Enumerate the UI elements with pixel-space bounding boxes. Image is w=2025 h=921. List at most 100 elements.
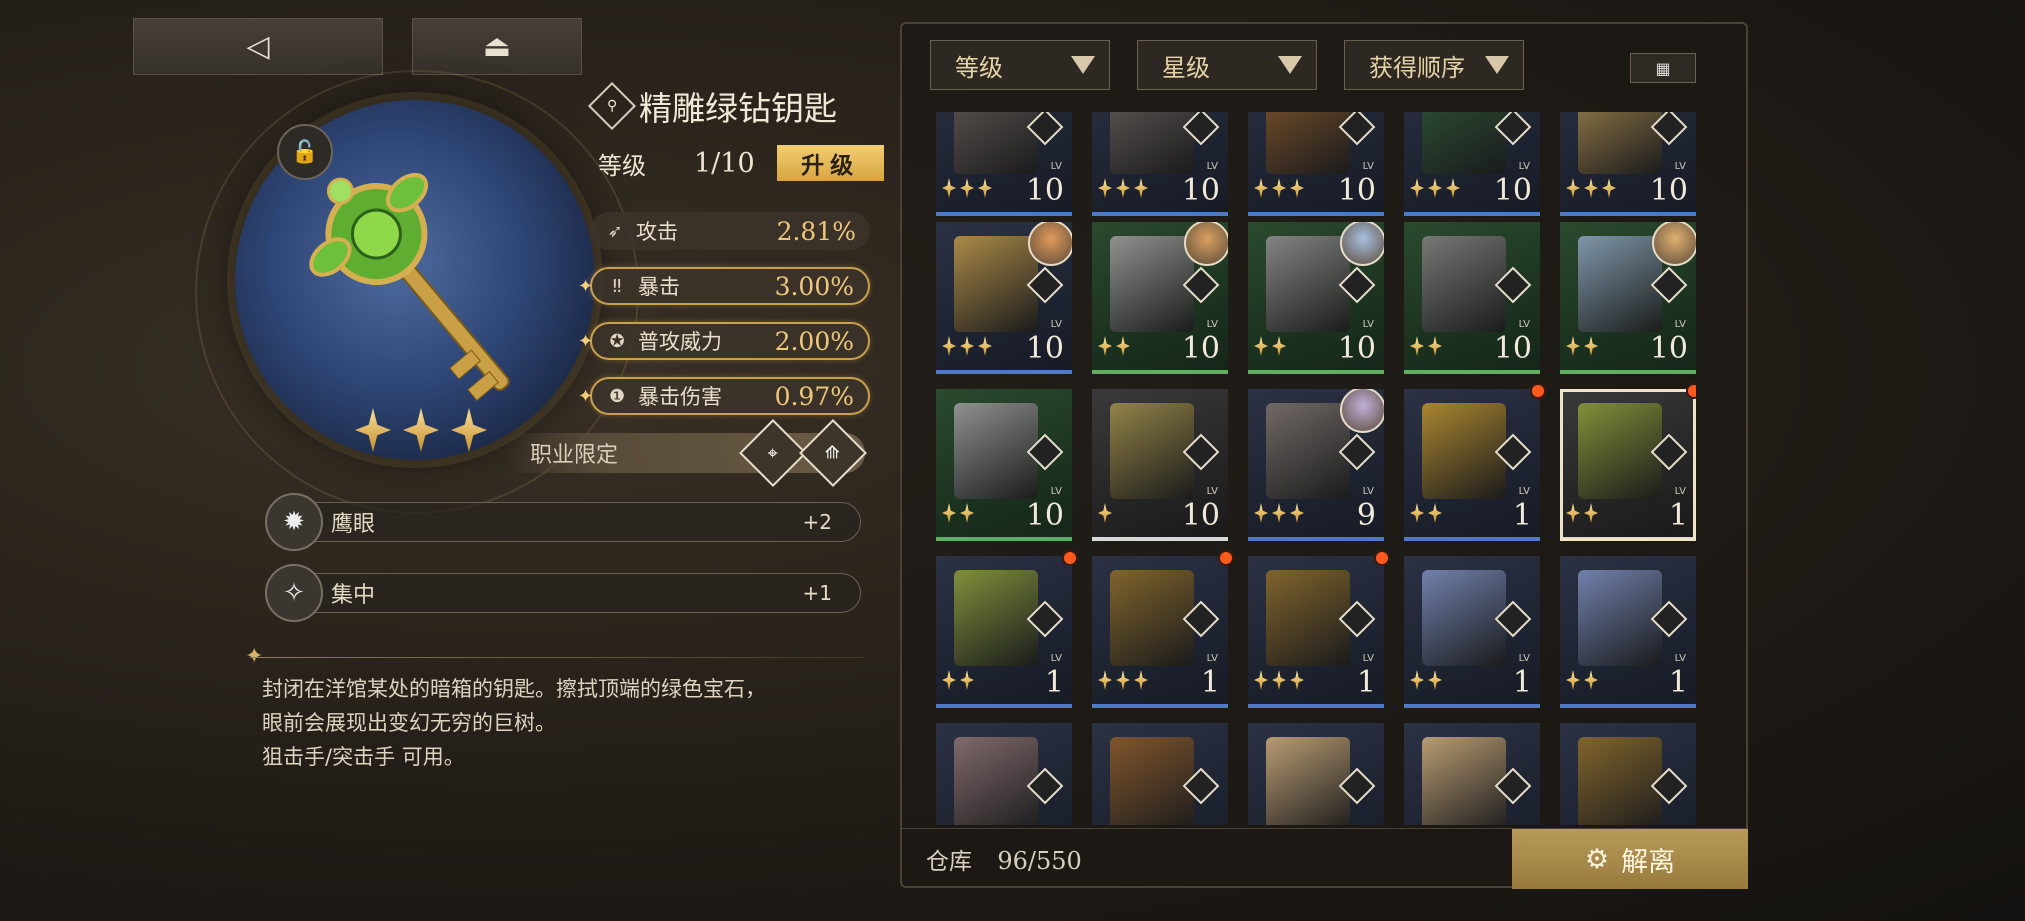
character-avatar bbox=[1652, 222, 1696, 266]
inventory-item[interactable]: LV 1 bbox=[1092, 556, 1228, 708]
lv-tag: LV bbox=[1050, 319, 1062, 330]
skill-row[interactable]: ✹ 鹰眼 +2 bbox=[265, 493, 861, 551]
inventory-item[interactable]: LV 10 bbox=[1092, 389, 1228, 541]
character-avatar bbox=[1340, 222, 1384, 266]
home-button[interactable]: ⏏ bbox=[412, 18, 582, 75]
focus-skill-icon: ✧ bbox=[265, 564, 323, 622]
inventory-item[interactable]: LV 1 bbox=[1404, 389, 1540, 541]
filter-level-dropdown[interactable]: 等级 bbox=[930, 40, 1110, 90]
item-art bbox=[1110, 403, 1194, 499]
item-art bbox=[1578, 737, 1662, 825]
inventory-item[interactable] bbox=[1404, 723, 1540, 825]
dropdown-arrow-icon bbox=[1278, 56, 1302, 74]
star-icon bbox=[978, 178, 992, 198]
item-stars bbox=[1566, 670, 1598, 690]
inventory-item[interactable]: LV 1 bbox=[1404, 556, 1540, 708]
rarity-star-icon bbox=[403, 408, 439, 452]
item-level: 10 bbox=[1181, 331, 1220, 366]
filter-star-dropdown[interactable]: 星级 bbox=[1137, 40, 1317, 90]
grid-icon: ▦ bbox=[1655, 58, 1671, 78]
storage-info: 仓库 96/550 bbox=[926, 842, 1082, 876]
lv-tag: LV bbox=[1206, 161, 1218, 172]
item-art bbox=[1266, 570, 1350, 666]
dismantle-label: 解离 bbox=[1621, 846, 1676, 878]
inventory-item[interactable]: LV 10 bbox=[1560, 112, 1696, 216]
inventory-item[interactable]: LV 10 bbox=[1092, 222, 1228, 374]
star-icon bbox=[1134, 178, 1148, 198]
star-icon bbox=[1428, 503, 1442, 523]
inventory-item[interactable]: LV 10 bbox=[936, 112, 1072, 216]
item-stars bbox=[1410, 178, 1460, 198]
new-indicator-dot bbox=[1530, 383, 1546, 399]
item-stars bbox=[1566, 336, 1598, 356]
item-art bbox=[1110, 570, 1194, 666]
star-icon bbox=[1290, 503, 1304, 523]
star-icon bbox=[1290, 178, 1304, 198]
dismantle-icon: ⚙ bbox=[1584, 843, 1610, 875]
assault-class-icon[interactable]: ⟰ bbox=[799, 419, 867, 487]
lv-tag: LV bbox=[1050, 653, 1062, 664]
item-art bbox=[954, 403, 1038, 499]
star-icon bbox=[1584, 670, 1598, 690]
dismantle-button[interactable]: ⚙ 解离 bbox=[1512, 829, 1748, 889]
inventory-item[interactable]: LV 10 bbox=[1404, 222, 1540, 374]
star-icon bbox=[1254, 336, 1268, 356]
item-stars bbox=[1098, 503, 1112, 523]
item-stars bbox=[1410, 503, 1442, 523]
skill-row[interactable]: ✧ 集中 +1 bbox=[265, 564, 861, 622]
star-icon bbox=[1428, 670, 1442, 690]
inventory-item[interactable]: LV 10 bbox=[936, 222, 1072, 374]
inventory-item[interactable] bbox=[1092, 723, 1228, 825]
star-icon bbox=[978, 336, 992, 356]
inventory-item[interactable] bbox=[936, 723, 1072, 825]
inventory-item[interactable]: LV 10 bbox=[1092, 112, 1228, 216]
inventory-item[interactable]: LV 10 bbox=[1248, 112, 1384, 216]
character-avatar bbox=[1028, 222, 1072, 266]
inventory-item[interactable]: LV 1 bbox=[1560, 556, 1696, 708]
item-level: 1 bbox=[1512, 498, 1532, 533]
inventory-grid: LV 10 LV 10 LV 10 LV 10 LV 10 LV 10 LV 10 LV 10 LV 10 LV 10… bbox=[936, 112, 1696, 825]
item-art bbox=[1578, 112, 1662, 174]
item-stars bbox=[1098, 178, 1148, 198]
inventory-item[interactable]: LV 9 bbox=[1248, 389, 1384, 541]
star-icon bbox=[960, 670, 974, 690]
inventory-item[interactable]: LV 1 bbox=[1560, 389, 1696, 541]
inventory-item[interactable]: LV 1 bbox=[1248, 556, 1384, 708]
item-stars bbox=[1254, 336, 1286, 356]
inventory-item[interactable]: LV 1 bbox=[936, 556, 1072, 708]
inventory-item[interactable] bbox=[1560, 723, 1696, 825]
item-name: 精雕绿钻钥匙 bbox=[639, 89, 837, 128]
sniper-class-icon[interactable]: ⌖ bbox=[739, 419, 807, 487]
inventory-item[interactable]: LV 10 bbox=[1248, 222, 1384, 374]
filter-order-dropdown[interactable]: 获得顺序 bbox=[1344, 40, 1524, 90]
star-icon bbox=[1290, 670, 1304, 690]
stat-label: 暴击 bbox=[638, 275, 680, 299]
item-art bbox=[1578, 403, 1662, 499]
stat-value: 2.81% bbox=[776, 216, 856, 246]
filter-label: 获得顺序 bbox=[1369, 53, 1465, 82]
stat-value: 0.97% bbox=[774, 381, 854, 411]
normal-attack-icon: ✪ bbox=[609, 330, 625, 352]
item-level: 10 bbox=[1025, 331, 1064, 366]
lock-button[interactable]: 🔓 bbox=[277, 124, 333, 180]
item-level: 10 bbox=[1181, 173, 1220, 208]
star-icon bbox=[1098, 178, 1112, 198]
star-icon bbox=[1116, 670, 1130, 690]
inventory-item[interactable]: LV 10 bbox=[1560, 222, 1696, 374]
item-art bbox=[1422, 570, 1506, 666]
unlock-icon: 🔓 bbox=[291, 139, 319, 165]
character-avatar bbox=[1340, 389, 1384, 433]
item-title: ⚲ 精雕绿钻钥匙 bbox=[587, 81, 837, 131]
item-art bbox=[1422, 737, 1506, 825]
inventory-item[interactable]: LV 10 bbox=[936, 389, 1072, 541]
upgrade-button[interactable]: 升级 bbox=[776, 145, 884, 181]
inventory-item[interactable] bbox=[1248, 723, 1384, 825]
back-button[interactable]: ◁ bbox=[133, 18, 383, 75]
grid-view-button[interactable]: ▦ bbox=[1630, 53, 1696, 83]
skill-value: +1 bbox=[802, 581, 832, 605]
sparkle-icon: ✦ bbox=[578, 385, 594, 407]
rarity-star-icon bbox=[451, 408, 487, 452]
inventory-item[interactable]: LV 10 bbox=[1404, 112, 1540, 216]
stat-row: ✦ ‼ 暴击 3.00% bbox=[578, 267, 870, 305]
crit-icon: ‼ bbox=[612, 275, 622, 297]
